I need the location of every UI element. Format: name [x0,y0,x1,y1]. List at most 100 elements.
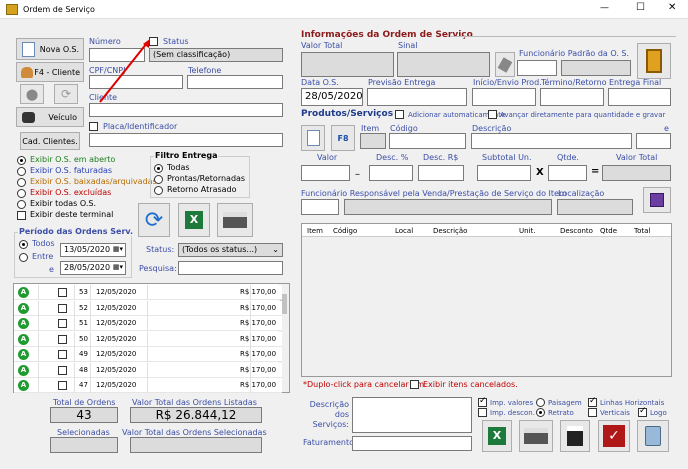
print-list-button[interactable] [217,203,253,237]
refresh-list-button[interactable]: ⟳ [138,203,170,237]
row-checkbox[interactable] [58,381,67,390]
column-header[interactable]: Qtde [600,227,617,235]
minimize-button[interactable]: — [600,3,609,13]
table-row[interactable]: A 48 12/05/2020 R$ 170,00 [14,362,282,378]
column-header[interactable]: Item [307,227,323,235]
verticais-checkbox[interactable] [588,408,597,417]
subtotal-field[interactable] [477,165,531,181]
filter-radio-excluidas[interactable] [17,189,26,198]
pesquisa-input[interactable] [178,261,283,275]
table-row[interactable]: A 52 12/05/2020 R$ 170,00 [14,300,282,316]
previsao-field[interactable] [367,88,467,106]
veiculo-button[interactable]: Veículo [16,107,84,127]
periodo-radio-entre[interactable] [19,253,28,262]
imp-valores-checkbox[interactable] [478,396,487,407]
row-number: 47 [79,381,88,389]
e-field[interactable] [636,133,671,149]
items-table[interactable] [301,223,672,377]
descricao-field[interactable] [471,133,632,149]
row-date: 12/05/2020 [96,381,137,389]
placa-checkbox[interactable] [89,122,98,131]
status2-select[interactable]: (Todos os status...) ⌄ [178,243,283,257]
data-os-field[interactable]: 28/05/2020 [301,88,363,106]
confirm-button[interactable]: ✓ [598,420,630,452]
maximize-button[interactable]: ☐ [636,2,645,13]
column-header[interactable]: Código [333,227,357,235]
row-checkbox[interactable] [58,319,67,328]
avancar-label: Avançar diretamente para quantidade e gr… [500,111,666,119]
paisagem-radio[interactable] [536,398,545,407]
entrega-final-field[interactable] [608,88,671,106]
print-os-button[interactable] [519,420,553,452]
row-checkbox[interactable] [58,334,67,344]
filter-radio-aberto[interactable] [17,156,26,165]
excel-os-button[interactable]: X [482,420,512,452]
fe-radio-retorno[interactable] [154,186,163,195]
sinal-button[interactable] [495,52,515,77]
column-header[interactable]: Descrição [433,227,467,235]
filter-radio-todas[interactable] [17,200,26,209]
table-row[interactable]: A 49 12/05/2020 R$ 170,00 [14,347,282,362]
receipt-print-button[interactable] [560,420,590,452]
func-padrao-code[interactable] [517,60,557,76]
desc-rs-field[interactable] [418,165,464,181]
periodo-radio-todos[interactable] [19,240,28,249]
column-header[interactable]: Desconto [560,227,593,235]
exit-button[interactable] [637,43,671,79]
codigo-field[interactable] [389,133,466,149]
status-open-icon: A [18,287,29,298]
date-start-picker[interactable]: 13/05/2020 ▦▾ [60,243,126,257]
date-end-picker[interactable]: 28/05/2020 ▦▾ [60,261,126,275]
column-header[interactable]: Unit. [519,227,535,235]
search-product-button[interactable]: F8 [331,125,355,151]
date-start-value: 13/05/2020 [64,245,111,254]
qtde-field[interactable] [548,165,587,181]
column-header[interactable]: Total [634,227,650,235]
row-checkbox[interactable] [58,350,67,359]
row-checkbox[interactable] [58,303,67,313]
inicio-field[interactable] [472,88,536,106]
close-button[interactable]: ✕ [668,2,676,13]
pesquisa-label: Pesquisa: [139,264,177,273]
column-header[interactable]: Local [395,227,413,235]
valor-field[interactable] [301,165,350,181]
filter-radio-faturadas[interactable] [17,167,26,176]
cliente-button[interactable]: F4 - Cliente [16,62,84,82]
row-divider [147,347,148,362]
save-item-button[interactable] [643,187,671,213]
row-checkbox[interactable] [58,365,67,375]
refresh-client-button[interactable]: ⟳ [54,84,78,104]
telefone-input[interactable] [187,75,283,89]
row-checkbox[interactable] [58,288,67,297]
row-divider [250,285,251,300]
add-auto-checkbox[interactable] [395,110,404,119]
table-row[interactable]: A 51 12/05/2020 R$ 170,00 [14,316,282,331]
avancar-checkbox[interactable] [488,110,497,119]
new-item-button[interactable] [301,125,325,151]
exibir-cancel-checkbox[interactable] [410,380,419,389]
row-value: R$ 170,00 [240,319,277,327]
filter-label-aberto: Exibir O.S. em aberto [30,155,116,164]
desc-servicos-field[interactable] [352,397,472,433]
logo-checkbox[interactable] [638,406,647,417]
retrato-radio[interactable] [536,408,545,417]
linhas-h-checkbox[interactable] [588,396,597,407]
excel-export-button[interactable]: X [178,203,210,237]
table-row[interactable]: A 47 12/05/2020 R$ 170,00 [14,378,282,393]
terminal-checkbox[interactable] [17,211,26,220]
placa-input[interactable] [89,133,283,147]
table-row[interactable]: A 50 12/05/2020 R$ 170,00 [14,331,282,347]
desc-pct-field[interactable] [369,165,413,181]
delete-button[interactable] [637,420,669,452]
filter-radio-baixadas[interactable] [17,178,26,187]
cad-clientes-button[interactable]: Cad. Clientes. [20,132,80,150]
imp-descon-checkbox[interactable] [478,408,487,417]
fe-radio-prontas[interactable] [154,175,163,184]
func-resp-code[interactable] [301,199,339,215]
table-row[interactable]: A 53 12/05/2020 R$ 170,00 [14,285,282,300]
termino-field[interactable] [540,88,604,106]
fe-radio-todas[interactable] [154,164,163,173]
nova-os-button[interactable]: Nova O.S. [16,38,84,60]
search-person-button[interactable]: ⬤ [20,84,44,104]
faturamento-field[interactable] [352,436,472,451]
